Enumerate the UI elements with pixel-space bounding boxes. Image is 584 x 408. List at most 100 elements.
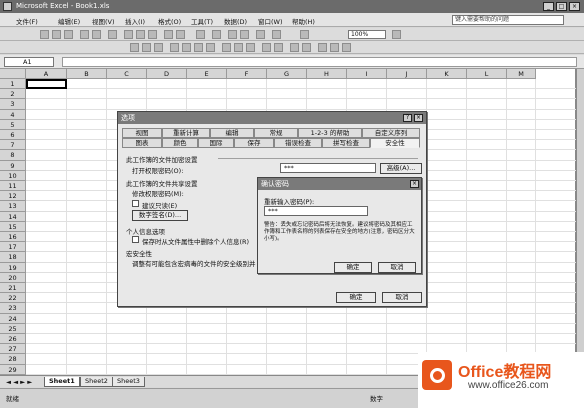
sort-descending-icon[interactable] [240, 30, 249, 39]
tab-spelling[interactable]: 拼写检查 [322, 138, 370, 148]
copy-icon[interactable] [136, 30, 145, 39]
tab-calculation[interactable]: 重新计算 [162, 128, 210, 138]
tab-international[interactable]: 国际 [198, 138, 234, 148]
open-password-input[interactable]: *** [280, 163, 376, 173]
tab-save[interactable]: 保存 [234, 138, 274, 148]
spelling-icon[interactable] [108, 30, 117, 39]
borders-icon[interactable] [318, 43, 327, 52]
column-header[interactable]: H [307, 69, 347, 79]
comma-icon[interactable] [246, 43, 255, 52]
options-ok-button[interactable]: 确定 [336, 292, 376, 303]
new-icon[interactable] [40, 30, 49, 39]
column-header[interactable]: A [26, 69, 67, 79]
zoom-select[interactable]: 100% [348, 30, 386, 39]
column-header[interactable]: B [67, 69, 107, 79]
sheet-tab-1[interactable]: Sheet1 [44, 377, 80, 387]
sort-ascending-icon[interactable] [228, 30, 237, 39]
dialog-help-icon[interactable]: ? [403, 114, 412, 122]
dialog-close-icon[interactable]: × [414, 114, 423, 122]
row-header[interactable]: 26 [0, 334, 26, 345]
row-header[interactable]: 10 [0, 170, 26, 181]
increase-indent-icon[interactable] [302, 43, 311, 52]
percent-icon[interactable] [234, 43, 243, 52]
bold-icon[interactable] [130, 43, 139, 52]
advanced-button[interactable]: 高级(A)... [380, 163, 422, 174]
paste-icon[interactable] [148, 30, 157, 39]
menu-edit[interactable]: 编辑(E) [58, 16, 80, 26]
row-header[interactable]: 4 [0, 109, 26, 120]
row-header[interactable]: 3 [0, 99, 26, 110]
column-header[interactable]: D [147, 69, 187, 79]
confirm-ok-button[interactable]: 确定 [334, 262, 372, 273]
row-header[interactable]: 13 [0, 201, 26, 212]
tab-custom-lists[interactable]: 自定义序列 [362, 128, 420, 138]
row-header[interactable]: 19 [0, 262, 26, 273]
currency-icon[interactable] [222, 43, 231, 52]
merge-center-icon[interactable] [206, 43, 215, 52]
confirm-close-icon[interactable]: × [410, 180, 419, 188]
row-header[interactable]: 1 [0, 79, 26, 90]
help-icon[interactable] [392, 30, 401, 39]
formula-input[interactable] [62, 57, 577, 67]
row-header[interactable]: 27 [0, 344, 26, 355]
menu-insert[interactable]: 插入(I) [125, 16, 145, 26]
row-header[interactable]: 12 [0, 191, 26, 202]
readonly-checkbox[interactable] [132, 200, 139, 207]
row-header[interactable]: 24 [0, 313, 26, 324]
align-right-icon[interactable] [194, 43, 203, 52]
minimize-icon[interactable]: _ [543, 2, 554, 11]
help-search-input[interactable]: 键入需要帮助的问题 [452, 15, 564, 25]
column-header[interactable]: L [467, 69, 507, 79]
remove-personal-info-checkbox[interactable] [132, 236, 139, 243]
close-icon[interactable]: × [569, 2, 580, 11]
column-header[interactable]: F [227, 69, 267, 79]
column-header[interactable]: M [507, 69, 536, 79]
underline-icon[interactable] [154, 43, 163, 52]
name-box[interactable]: A1 [4, 57, 54, 67]
drawing-icon[interactable] [272, 30, 281, 39]
row-header[interactable]: 15 [0, 221, 26, 232]
hyperlink-icon[interactable] [196, 30, 205, 39]
active-cell-a1[interactable] [26, 79, 67, 89]
row-header[interactable]: 29 [0, 364, 26, 375]
sheet-tab-3[interactable]: Sheet3 [112, 377, 145, 387]
row-header[interactable]: 6 [0, 130, 26, 141]
row-header[interactable]: 22 [0, 293, 26, 304]
row-header[interactable]: 14 [0, 211, 26, 222]
column-header[interactable]: C [107, 69, 147, 79]
tab-edit[interactable]: 编辑 [210, 128, 254, 138]
tab-security[interactable]: 安全性 [370, 138, 420, 148]
row-header[interactable]: 2 [0, 89, 26, 100]
menu-tools[interactable]: 工具(T) [191, 16, 213, 26]
redo-icon[interactable] [176, 30, 185, 39]
maximize-icon[interactable]: □ [556, 2, 567, 11]
row-header[interactable]: 18 [0, 252, 26, 263]
decrease-decimal-icon[interactable] [274, 43, 283, 52]
tab-general[interactable]: 常规 [254, 128, 298, 138]
confirm-cancel-button[interactable]: 取消 [378, 262, 416, 273]
tab-lotus-help[interactable]: 1-2-3 的帮助 [298, 128, 362, 138]
menu-window[interactable]: 窗口(W) [258, 16, 283, 26]
cut-icon[interactable] [124, 30, 133, 39]
column-header[interactable]: K [427, 69, 467, 79]
open-icon[interactable] [52, 30, 61, 39]
row-header[interactable]: 21 [0, 283, 26, 294]
menu-file[interactable]: 文件(F) [16, 16, 38, 26]
row-header[interactable]: 23 [0, 303, 26, 314]
print-preview-icon[interactable] [92, 30, 101, 39]
column-header[interactable]: I [347, 69, 387, 79]
tab-error-checking[interactable]: 错误检查 [274, 138, 322, 148]
menu-view[interactable]: 视图(V) [92, 16, 115, 26]
row-header[interactable]: 25 [0, 323, 26, 334]
column-header[interactable]: E [187, 69, 227, 79]
select-all-corner[interactable] [0, 69, 26, 79]
row-header[interactable]: 9 [0, 160, 26, 171]
font-color-icon[interactable] [342, 43, 351, 52]
sheet-nav-arrows-icon[interactable]: ◄ ◄ ► ► [6, 378, 32, 386]
print-icon[interactable] [80, 30, 89, 39]
undo-icon[interactable] [164, 30, 173, 39]
options-cancel-button[interactable]: 取消 [382, 292, 422, 303]
menu-format[interactable]: 格式(O) [158, 16, 181, 26]
row-header[interactable]: 28 [0, 354, 26, 365]
row-header[interactable]: 5 [0, 119, 26, 130]
